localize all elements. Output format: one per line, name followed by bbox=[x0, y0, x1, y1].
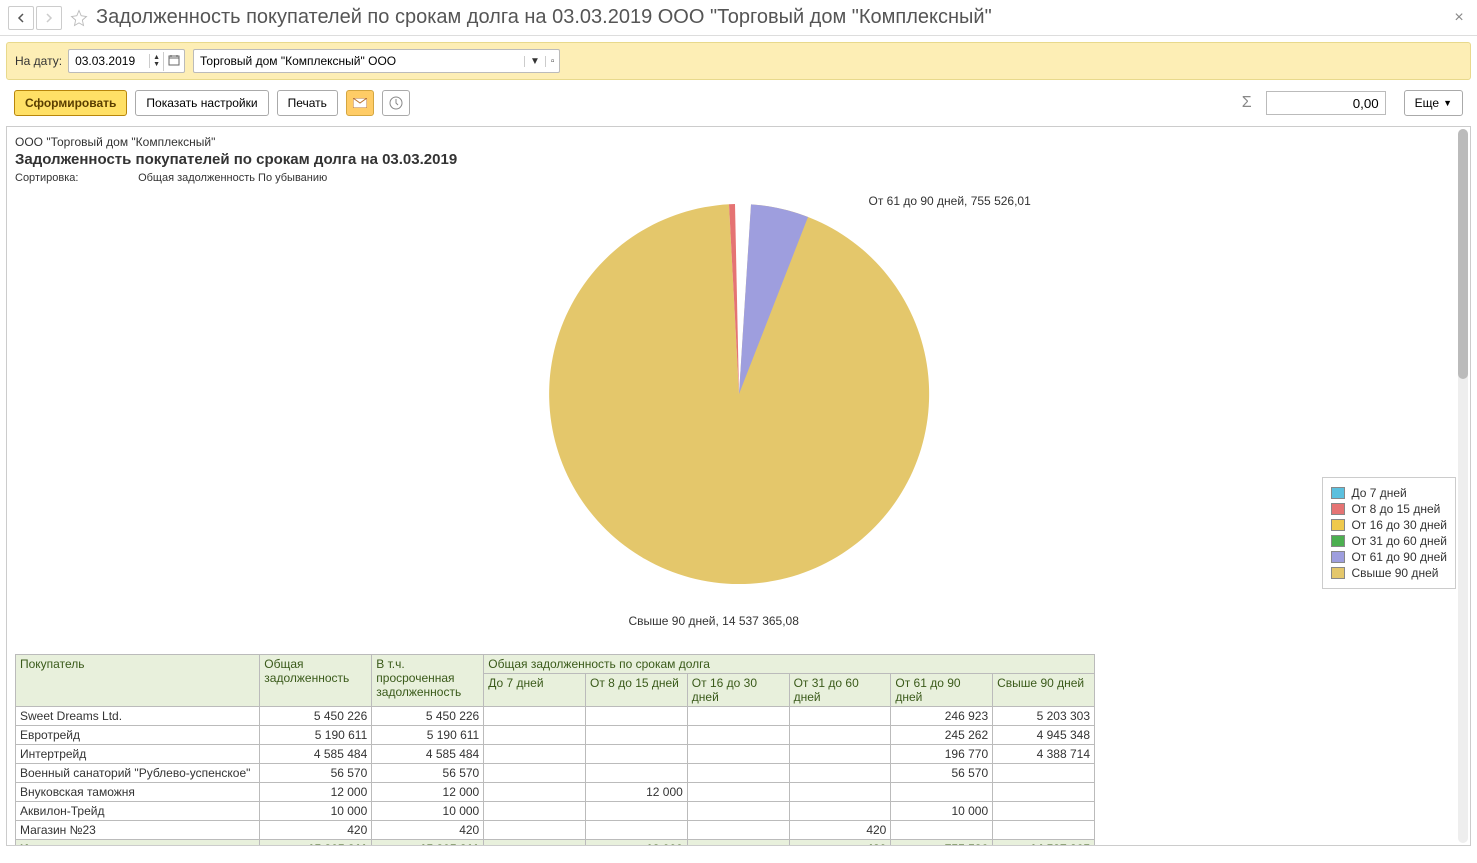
clock-icon bbox=[389, 96, 403, 110]
data-table: Покупатель Общая задолженность В т.ч. пр… bbox=[15, 654, 1095, 846]
report-sort: Сортировка: Общая задолженность По убыва… bbox=[15, 172, 1462, 184]
legend-label: От 8 до 15 дней bbox=[1351, 502, 1440, 516]
scrollbar[interactable] bbox=[1458, 129, 1468, 843]
th-c6: Свыше 90 дней bbox=[993, 674, 1095, 707]
table-row[interactable]: Аквилон-Трейд10 00010 00010 000 bbox=[16, 802, 1095, 821]
mail-button[interactable] bbox=[346, 90, 374, 116]
org-field[interactable]: ▼ ▫ bbox=[193, 49, 560, 73]
page-title: Задолженность покупателей по срокам долг… bbox=[96, 6, 992, 29]
favorite-star-icon[interactable] bbox=[70, 9, 88, 27]
generate-button[interactable]: Сформировать bbox=[14, 90, 127, 116]
clock-button[interactable] bbox=[382, 90, 410, 116]
legend-label: От 61 до 90 дней bbox=[1351, 550, 1447, 564]
legend: До 7 дней От 8 до 15 дней От 16 до 30 дней… bbox=[1322, 477, 1456, 589]
legend-swatch bbox=[1331, 551, 1345, 563]
th-total: Общая задолженность bbox=[260, 655, 372, 707]
legend-swatch bbox=[1331, 535, 1345, 547]
mail-icon bbox=[353, 98, 367, 108]
forward-button[interactable] bbox=[36, 6, 62, 30]
legend-item: От 61 до 90 дней bbox=[1331, 550, 1447, 564]
sort-label: Сортировка: bbox=[15, 172, 135, 184]
legend-swatch bbox=[1331, 487, 1345, 499]
legend-label: От 31 до 60 дней bbox=[1351, 534, 1447, 548]
th-c2: От 8 до 15 дней bbox=[586, 674, 688, 707]
chart-label-over90: Свыше 90 дней, 14 537 365,08 bbox=[629, 614, 799, 628]
th-c4: От 31 до 60 дней bbox=[789, 674, 891, 707]
legend-swatch bbox=[1331, 567, 1345, 579]
legend-label: От 16 до 30 дней bbox=[1351, 518, 1447, 532]
sum-field[interactable] bbox=[1266, 91, 1386, 115]
legend-item: От 16 до 30 дней bbox=[1331, 518, 1447, 532]
dropdown-icon[interactable]: ▼ bbox=[524, 56, 545, 67]
legend-swatch bbox=[1331, 519, 1345, 531]
table-row[interactable]: Магазин №23420420420 bbox=[16, 821, 1095, 840]
legend-label: До 7 дней bbox=[1351, 486, 1406, 500]
toolbar: Сформировать Показать настройки Печать Σ… bbox=[6, 86, 1471, 120]
arrow-left-icon bbox=[16, 13, 26, 23]
date-input[interactable] bbox=[69, 52, 149, 70]
close-button[interactable]: × bbox=[1449, 9, 1469, 27]
legend-item: До 7 дней bbox=[1331, 486, 1447, 500]
table-row[interactable]: Sweet Dreams Ltd.5 450 2265 450 226246 9… bbox=[16, 707, 1095, 726]
pie-slice-over90 bbox=[549, 204, 929, 584]
table-row[interactable]: Евротрейд5 190 6115 190 611245 2624 945 … bbox=[16, 726, 1095, 745]
scrollbar-thumb[interactable] bbox=[1458, 129, 1468, 379]
th-c1: До 7 дней bbox=[484, 674, 586, 707]
table-row[interactable]: Интертрейд4 585 4844 585 484196 7704 388… bbox=[16, 745, 1095, 764]
table-row[interactable]: Внуковская таможня12 00012 00012 000 bbox=[16, 783, 1095, 802]
arrow-right-icon bbox=[44, 13, 54, 23]
org-input[interactable] bbox=[194, 52, 524, 70]
table-total-row: Итого15 305 31115 305 31112 000420755 52… bbox=[16, 840, 1095, 847]
pie-svg bbox=[539, 194, 939, 594]
legend-item: От 8 до 15 дней bbox=[1331, 502, 1447, 516]
sort-value: Общая задолженность По убыванию bbox=[138, 172, 327, 184]
open-icon[interactable]: ▫ bbox=[545, 56, 560, 67]
th-buyer: Покупатель bbox=[16, 655, 260, 707]
report-org: ООО "Торговый дом "Комплексный" bbox=[15, 135, 1462, 149]
sum-icon: Σ bbox=[1242, 94, 1252, 112]
legend-item: Свыше 90 дней bbox=[1331, 566, 1447, 580]
report-title: Задолженность покупателей по срокам долг… bbox=[15, 151, 1462, 168]
more-button[interactable]: Еще ▼ bbox=[1404, 90, 1463, 116]
header-bar: Задолженность покупателей по срокам долг… bbox=[0, 0, 1477, 36]
calendar-icon[interactable] bbox=[163, 52, 184, 71]
report-body: ООО "Торговый дом "Комплексный" Задолжен… bbox=[6, 126, 1471, 846]
th-c5: От 61 до 90 дней bbox=[891, 674, 993, 707]
th-by-terms: Общая задолженность по срокам долга bbox=[484, 655, 1095, 674]
legend-item: От 31 до 60 дней bbox=[1331, 534, 1447, 548]
date-label: На дату: bbox=[15, 54, 62, 68]
th-overdue: В т.ч. просроченная задолженность bbox=[372, 655, 484, 707]
filter-bar: На дату: ▲▼ ▼ ▫ bbox=[6, 42, 1471, 80]
date-spinner[interactable]: ▲▼ bbox=[149, 54, 163, 68]
pie-chart: От 61 до 90 дней, 755 526,01 Свыше 90 дн… bbox=[289, 194, 1189, 634]
date-field[interactable]: ▲▼ bbox=[68, 49, 185, 73]
table-row[interactable]: Военный санаторий "Рублево-успенское"56 … bbox=[16, 764, 1095, 783]
show-settings-button[interactable]: Показать настройки bbox=[135, 90, 268, 116]
print-button[interactable]: Печать bbox=[277, 90, 338, 116]
chart-label-61-90: От 61 до 90 дней, 755 526,01 bbox=[869, 194, 1031, 208]
legend-label: Свыше 90 дней bbox=[1351, 566, 1438, 580]
th-c3: От 16 до 30 дней bbox=[687, 674, 789, 707]
back-button[interactable] bbox=[8, 6, 34, 30]
legend-swatch bbox=[1331, 503, 1345, 515]
